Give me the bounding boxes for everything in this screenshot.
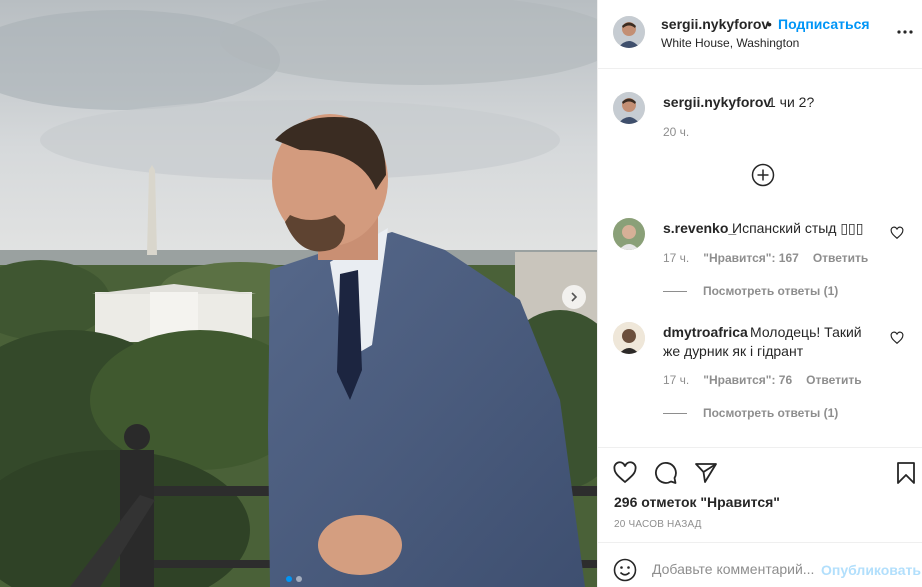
comment-username[interactable]: dmytroafrica [663, 324, 748, 340]
post-photo[interactable] [0, 0, 597, 587]
comment-likes[interactable]: "Нравится": 76 [703, 373, 792, 387]
replies-divider [663, 290, 687, 292]
avatar-image [613, 322, 645, 354]
caption-text: 1 чи 2? [768, 94, 815, 110]
replies-divider [663, 412, 687, 414]
heart-icon[interactable] [890, 331, 904, 345]
more-options-icon[interactable] [895, 22, 915, 42]
post-actions: 296 отметок "Нравится" 20 ЧАСОВ НАЗАД [598, 447, 922, 542]
caption-username[interactable]: sergii.nykyforov [663, 94, 771, 110]
photo-illustration [0, 0, 597, 587]
bookmark-icon[interactable] [894, 461, 918, 485]
follow-button[interactable]: Подписаться [778, 16, 870, 32]
reply-button[interactable]: Ответить [813, 251, 868, 265]
chevron-right-icon [571, 292, 578, 302]
comment-username[interactable]: s.revenko_ [663, 220, 736, 236]
heart-icon[interactable] [613, 461, 637, 485]
comment-text-line1: Молодець! Такий [750, 324, 862, 340]
next-slide-button[interactable] [562, 285, 586, 309]
avatar[interactable] [613, 16, 645, 48]
carousel-indicator [286, 576, 302, 582]
share-icon[interactable] [694, 461, 718, 485]
comment-avatar[interactable] [613, 322, 645, 354]
comment-input[interactable] [652, 561, 822, 577]
post-time-ago[interactable]: 20 ЧАСОВ НАЗАД [614, 519, 702, 530]
carousel-dot [296, 576, 302, 582]
comment-meta: 17 ч. "Нравится": 76 Ответить [663, 373, 862, 387]
comment-time[interactable]: 17 ч. [663, 251, 689, 265]
heart-icon[interactable] [890, 226, 904, 240]
view-replies-label: Посмотреть ответы (1) [703, 406, 839, 420]
comment-icon[interactable] [654, 461, 678, 485]
comment-likes[interactable]: "Нравится": 167 [703, 251, 799, 265]
likes-count[interactable]: 296 отметок "Нравится" [614, 494, 780, 510]
comment-time[interactable]: 17 ч. [663, 373, 689, 387]
comment-text-line2: же дурник як і гідрант [663, 343, 804, 359]
avatar-image [613, 92, 645, 124]
emoji-icon[interactable] [613, 558, 637, 582]
avatar-image [613, 16, 645, 48]
avatar-image [613, 218, 645, 250]
reply-button[interactable]: Ответить [806, 373, 861, 387]
comment-meta: 17 ч. "Нравится": 167 Ответить [663, 251, 868, 265]
post-author-username[interactable]: sergii.nykyforov [661, 16, 769, 32]
caption-time[interactable]: 20 ч. [663, 125, 689, 139]
add-comment-bar: Опубликовать [598, 542, 922, 587]
view-replies-button[interactable]: Посмотреть ответы (1) [663, 284, 838, 298]
post-header: sergii.nykyforov • Подписаться White Hou… [598, 0, 922, 69]
post-location[interactable]: White House, Washington [661, 36, 799, 50]
comment-text: Испанский стыд ▯▯▯ [732, 220, 864, 236]
view-replies-label: Посмотреть ответы (1) [703, 284, 839, 298]
caption-avatar[interactable] [613, 92, 645, 124]
add-circle-icon[interactable] [751, 163, 775, 187]
separator-dot: • [767, 16, 772, 32]
publish-button[interactable]: Опубликовать [821, 562, 921, 578]
carousel-dot-active [286, 576, 292, 582]
view-replies-button[interactable]: Посмотреть ответы (1) [663, 406, 838, 420]
comment-avatar[interactable] [613, 218, 645, 250]
post-details-panel: sergii.nykyforov • Подписаться White Hou… [597, 0, 922, 587]
